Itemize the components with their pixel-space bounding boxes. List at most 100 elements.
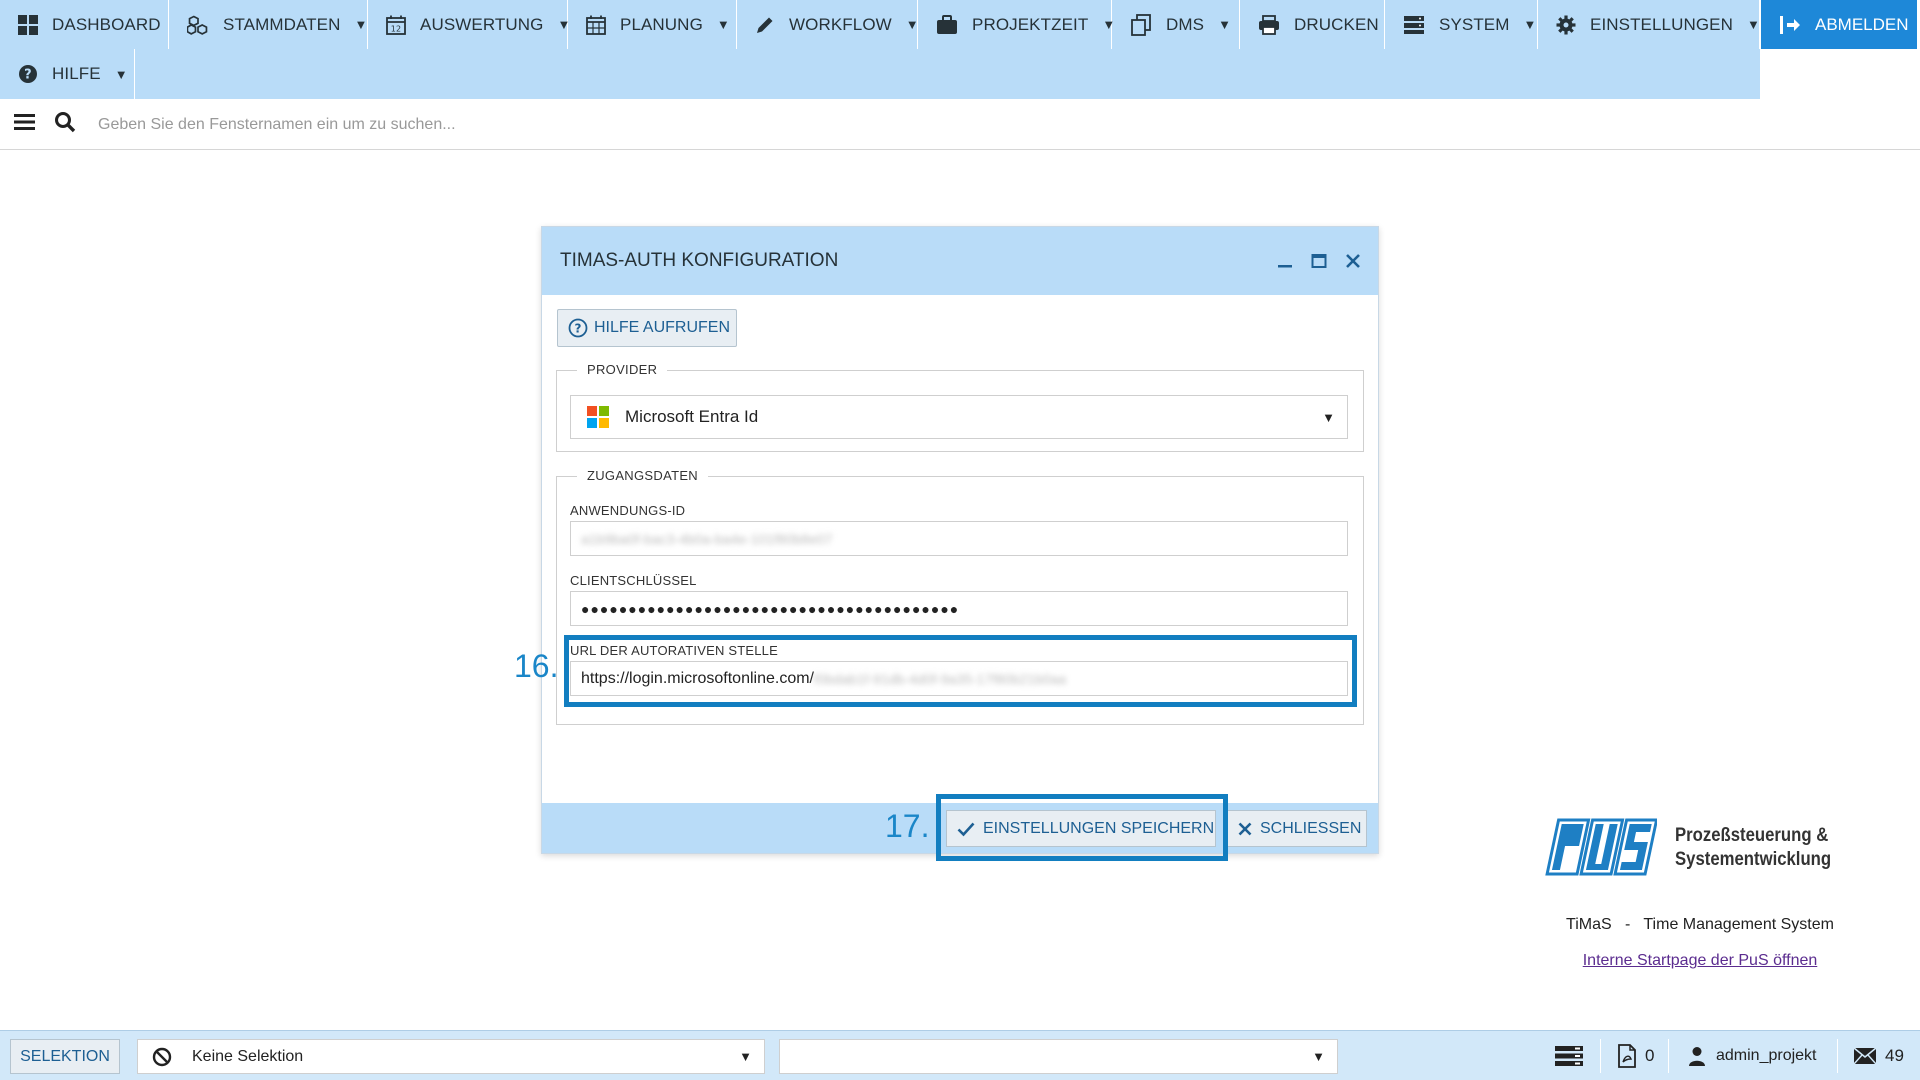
- svg-text:?: ?: [24, 68, 32, 83]
- chevron-down-icon: ▼: [739, 1049, 752, 1064]
- menu-drucken-label: DRUCKEN: [1294, 14, 1379, 34]
- svg-text:12: 12: [391, 24, 401, 33]
- step17-highlight: [936, 794, 1228, 861]
- menu-dashboard-label: DASHBOARD: [52, 14, 161, 34]
- status-separator: [1668, 1039, 1669, 1073]
- logout-button[interactable]: ABMELDEN: [1761, 0, 1917, 49]
- menu-hilfe-label: HILFE: [52, 64, 101, 83]
- dialog-title: TIMAS-AUTH KONFIGURATION: [560, 250, 839, 271]
- window-search-bar: [0, 100, 1920, 150]
- pdf-count: 0: [1645, 1046, 1655, 1065]
- calendar-icon: 12: [386, 14, 406, 36]
- selection-select-value: Keine Selektion: [192, 1047, 304, 1065]
- menu-einstellungen-label: EINSTELLUNGEN: [1590, 14, 1734, 34]
- menu-planung[interactable]: PLANUNG ▼: [568, 0, 737, 49]
- menu-dms-label: DMS: [1166, 14, 1205, 34]
- dashboard-icon: [18, 14, 38, 36]
- window-search-input[interactable]: [98, 115, 798, 134]
- client-key-value: ●●●●●●●●●●●●●●●●●●●●●●●●●●●●●●●●●●●●●●●●: [581, 600, 960, 617]
- block-icon: [152, 1047, 172, 1067]
- pdf-icon: [1617, 1044, 1637, 1068]
- search-icon[interactable]: [54, 111, 78, 138]
- server-status[interactable]: [1555, 1031, 1583, 1080]
- selection-button[interactable]: SELEKTION: [10, 1039, 120, 1074]
- mail-count: 49: [1885, 1046, 1904, 1065]
- mail-counter[interactable]: 49: [1853, 1031, 1904, 1080]
- help-button[interactable]: ? HILFE AUFRUFEN: [557, 309, 737, 347]
- cubes-icon: [187, 14, 209, 36]
- chevron-down-icon: ▼: [716, 17, 730, 32]
- selection-button-label: SELEKTION: [20, 1047, 110, 1065]
- menu-system[interactable]: SYSTEM ▼: [1385, 0, 1538, 49]
- pus-logo-icon: [1545, 818, 1659, 876]
- brand-tagline: TiMaS - Time Management System: [1566, 916, 1834, 933]
- menu-drucken[interactable]: DRUCKEN: [1240, 0, 1385, 49]
- selection-select[interactable]: Keine Selektion ▼: [137, 1039, 765, 1074]
- menu-dms[interactable]: DMS ▼: [1112, 0, 1240, 49]
- menu-system-label: SYSTEM: [1439, 14, 1510, 34]
- provider-select-value: Microsoft Entra Id: [625, 407, 759, 426]
- credentials-group-legend: ZUGANGSDATEN: [577, 468, 708, 483]
- question-circle-icon: ?: [18, 63, 38, 85]
- chevron-down-icon: ▼: [1218, 17, 1232, 32]
- chevron-down-icon: ▼: [1312, 1049, 1325, 1064]
- svg-text:?: ?: [575, 322, 582, 336]
- chevron-down-icon: ▼: [905, 17, 919, 32]
- provider-select[interactable]: Microsoft Entra Id ▼: [570, 395, 1348, 439]
- help-button-label: HILFE AUFRUFEN: [594, 319, 731, 336]
- app-id-value: a1b9ba0f-bac3-4b0a-ba4e-101f80b8e07: [581, 530, 833, 547]
- calendar-grid-icon: [586, 14, 606, 36]
- menu-stammdaten-label: STAMMDATEN: [223, 14, 341, 34]
- minimize-icon[interactable]: [1268, 244, 1302, 278]
- chevron-down-icon: ▼: [354, 17, 368, 32]
- main-menu: DASHBOARD STAMMDATEN ▼ 12 AUSWERTUNG ▼ P…: [0, 0, 1920, 99]
- internal-startpage-link[interactable]: Interne Startpage der PuS öffnen: [1560, 952, 1840, 970]
- logout-icon: [1779, 15, 1801, 35]
- menu-stammdaten[interactable]: STAMMDATEN ▼: [169, 0, 368, 49]
- brand-line2: Systementwicklung: [1675, 849, 1832, 870]
- close-icon[interactable]: [1336, 244, 1370, 278]
- step17-label: 17.: [885, 808, 930, 844]
- menu-dashboard[interactable]: DASHBOARD: [0, 0, 169, 49]
- printer-icon: [1258, 14, 1280, 36]
- provider-group-legend: PROVIDER: [577, 362, 668, 377]
- status-separator: [1600, 1039, 1601, 1073]
- user-name: admin_projekt: [1716, 1047, 1817, 1064]
- brand-name: Prozeßsteuerung & Systementwicklung: [1675, 824, 1831, 872]
- menu-auswertung-label: AUSWERTUNG: [420, 14, 544, 34]
- gear-icon: [1556, 14, 1576, 36]
- pencil-icon: [755, 14, 775, 36]
- chevron-down-icon: ▼: [1523, 17, 1537, 32]
- close-dialog-button[interactable]: SCHLIESSEN: [1227, 810, 1367, 847]
- pdf-counter[interactable]: 0: [1617, 1031, 1654, 1080]
- close-dialog-label: SCHLIESSEN: [1260, 819, 1362, 837]
- question-circle-icon: ?: [568, 318, 588, 338]
- chevron-down-icon: ▼: [114, 66, 128, 82]
- status-separator: [1837, 1039, 1838, 1073]
- brand-line1: Prozeßsteuerung &: [1675, 825, 1829, 846]
- documents-icon: [1130, 13, 1152, 36]
- step16-highlight: [564, 635, 1357, 707]
- hamburger-menu-icon[interactable]: [14, 113, 36, 136]
- menu-workflow[interactable]: WORKFLOW ▼: [737, 0, 919, 49]
- dialog-header: TIMAS-AUTH KONFIGURATION: [542, 227, 1378, 295]
- menu-auswertung[interactable]: 12 AUSWERTUNG ▼: [368, 0, 570, 49]
- timas-auth-dialog: TIMAS-AUTH KONFIGURATION ? HILFE AUFRUFE…: [541, 226, 1379, 854]
- chevron-down-icon: ▼: [1322, 409, 1335, 425]
- app-id-field[interactable]: a1b9ba0f-bac3-4b0a-ba4e-101f80b8e07: [570, 521, 1348, 556]
- secondary-select[interactable]: ▼: [779, 1039, 1338, 1074]
- app-id-label: ANWENDUNGS-ID: [570, 503, 686, 518]
- close-icon: [1238, 822, 1252, 836]
- menu-projektzeit[interactable]: PROJEKTZEIT ▼: [918, 0, 1115, 49]
- server-icon: [1555, 1045, 1583, 1067]
- menu-hilfe[interactable]: ? HILFE ▼: [0, 49, 135, 99]
- provider-group: PROVIDER Microsoft Entra Id ▼: [556, 362, 1364, 452]
- user-info[interactable]: admin_projekt: [1688, 1031, 1817, 1080]
- logout-label: ABMELDEN: [1815, 14, 1909, 34]
- mail-icon: [1853, 1047, 1877, 1065]
- client-key-label: CLIENTSCHLÜSSEL: [570, 573, 697, 588]
- client-key-field[interactable]: ●●●●●●●●●●●●●●●●●●●●●●●●●●●●●●●●●●●●●●●●: [570, 591, 1348, 626]
- menu-einstellungen[interactable]: EINSTELLUNGEN ▼: [1538, 0, 1760, 49]
- maximize-icon[interactable]: [1302, 244, 1336, 278]
- status-bar: SELEKTION Keine Selektion ▼ ▼ 0 admin_pr…: [0, 1030, 1920, 1080]
